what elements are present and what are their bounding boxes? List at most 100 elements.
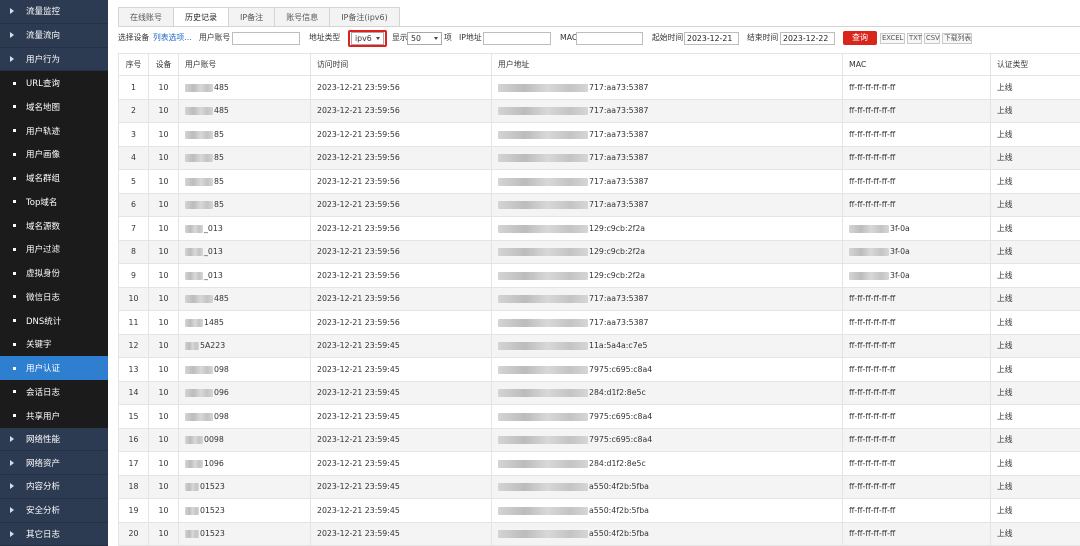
column-header[interactable]: 访问时间	[310, 53, 492, 76]
sidebar-item[interactable]: 用户过滤	[0, 237, 108, 262]
sidebar-item[interactable]: 其它日志	[0, 522, 108, 546]
cell-device-text: 10	[158, 106, 169, 116]
device-list-link[interactable]: 列表选项...	[153, 30, 192, 46]
sidebar-item[interactable]: 网络资产	[0, 451, 108, 475]
ip-input[interactable]	[483, 31, 551, 45]
table-row[interactable]: 10 10 485 2023-12-21 23:59:56 717:aa73:5387 f…	[118, 286, 1080, 311]
sidebar-item[interactable]: 用户行为	[0, 47, 108, 72]
export-csv-button[interactable]: CSV	[924, 33, 940, 44]
main-content: 在线账号 历史记录 IP备注 账号信息 IP备注(ipv6) 选择设备 列表选项... …	[108, 0, 1080, 546]
column-header[interactable]: 设备	[148, 53, 179, 76]
table-row[interactable]: 11 10 1485 2023-12-21 23:59:56 717:aa73:5387…	[118, 310, 1080, 335]
sidebar-item[interactable]: 安全分析	[0, 498, 108, 523]
column-header[interactable]: 用户账号	[178, 53, 311, 76]
sidebar-item[interactable]: 内容分析	[0, 475, 108, 499]
table-row[interactable]: 13 10 098 2023-12-21 23:59:45 7975:c695:c8a4…	[118, 357, 1080, 382]
sidebar-item[interactable]: 用户轨迹	[0, 118, 108, 143]
tab[interactable]: IP备注(ipv6)	[329, 7, 400, 26]
table-row[interactable]: 7 10 _013 2023-12-21 23:59:56 129:c9cb:2f2a 3…	[118, 216, 1080, 241]
table-row[interactable]: 19 10 01523 2023-12-21 23:59:45 a550:4f2b:5f…	[118, 498, 1080, 523]
sidebar-item[interactable]: DNS统计	[0, 308, 108, 333]
chevron-right-icon	[10, 55, 14, 62]
cell-time-text: 2023-12-21 23:59:56	[317, 317, 400, 327]
bullet-icon	[13, 81, 16, 85]
sidebar-item[interactable]: 流量流向	[0, 23, 108, 48]
sidebar-item[interactable]: 虚拟身份	[0, 261, 108, 285]
table-row[interactable]: 2 10 485 2023-12-21 23:59:56 717:aa73:5387 ff…	[118, 98, 1080, 123]
table-row[interactable]: 12 10 5A223 2023-12-21 23:59:45 11a:5a4a:c7e…	[118, 333, 1080, 358]
cell-account-text: 01523	[200, 505, 225, 515]
cell-device: 10	[148, 521, 179, 546]
redaction-blur	[185, 530, 199, 539]
sidebar-item-label: 共享用户	[26, 411, 61, 422]
tab[interactable]: 在线账号	[118, 7, 174, 26]
sidebar-item[interactable]: 域名地图	[0, 95, 108, 119]
query-button[interactable]: 查询	[843, 31, 877, 45]
column-header[interactable]: 认证类型	[990, 53, 1080, 76]
sidebar-item[interactable]: 用户画像	[0, 142, 108, 167]
download-list-button[interactable]: 下载列表	[942, 33, 972, 44]
cell-index: 20	[118, 521, 149, 546]
sidebar-item[interactable]: 用户认证	[0, 356, 108, 380]
cell-mac-text: 3f-0a	[890, 247, 910, 257]
cell-time-text: 2023-12-21 23:59:56	[317, 129, 400, 139]
redaction-blur	[185, 412, 213, 421]
cell-auth-type-text: 上线	[997, 294, 1013, 304]
sidebar-item-label: 用户过滤	[26, 245, 61, 256]
sidebar-item[interactable]: URL查询	[0, 71, 108, 95]
table-row[interactable]: 15 10 098 2023-12-21 23:59:45 7975:c695:c8a4…	[118, 404, 1080, 429]
table-row[interactable]: 1 10 485 2023-12-21 23:59:56 717:aa73:5387 ff…	[118, 75, 1080, 100]
table-row[interactable]: 6 10 85 2023-12-21 23:59:56 717:aa73:5387 ff-…	[118, 192, 1080, 217]
end-time-input[interactable]: 2023-12-22	[780, 31, 835, 45]
sidebar-item[interactable]: 网络性能	[0, 427, 108, 452]
column-header[interactable]: 序号	[118, 53, 149, 76]
sidebar-item[interactable]: 流量监控	[0, 0, 108, 24]
sidebar-item-label: DNS统计	[26, 316, 62, 327]
tab[interactable]: IP备注	[228, 7, 276, 26]
start-time-input[interactable]: 2023-12-21	[684, 31, 739, 45]
tab[interactable]: 历史记录	[173, 7, 229, 27]
sidebar-item[interactable]: 微信日志	[0, 285, 108, 309]
cell-time: 2023-12-21 23:59:56	[310, 286, 492, 311]
cell-auth-type-text: 上线	[997, 529, 1013, 539]
sidebar-item[interactable]: 会话日志	[0, 380, 108, 404]
column-header[interactable]: 用户地址	[491, 53, 843, 76]
table-row[interactable]: 18 10 01523 2023-12-21 23:59:45 a550:4f2b:5f…	[118, 474, 1080, 499]
export-excel-button[interactable]: EXCEL	[880, 33, 905, 44]
table-row[interactable]: 17 10 1096 2023-12-21 23:59:45 284:d1f2:8e5c…	[118, 451, 1080, 476]
cell-address-text: 717:aa73:5387	[589, 294, 649, 304]
table-row[interactable]: 20 10 01523 2023-12-21 23:59:45 a550:4f2b:5f…	[118, 521, 1080, 546]
account-input[interactable]	[232, 31, 300, 45]
page-size-select[interactable]: 50	[407, 31, 442, 45]
sidebar-item[interactable]: 域名源数	[0, 213, 108, 238]
mac-label: MAC	[560, 33, 578, 42]
sidebar-item[interactable]: 域名群组	[0, 166, 108, 190]
cell-device: 10	[148, 169, 179, 194]
tab[interactable]: 账号信息	[274, 7, 331, 26]
table-row[interactable]: 16 10 0098 2023-12-21 23:59:45 7975:c695:c8a…	[118, 427, 1080, 452]
table-row[interactable]: 8 10 _013 2023-12-21 23:59:56 129:c9cb:2f2a 3…	[118, 239, 1080, 264]
redaction-blur	[185, 342, 199, 351]
cell-auth-type: 上线	[990, 169, 1080, 194]
table-row[interactable]: 9 10 _013 2023-12-21 23:59:56 129:c9cb:2f2a 3…	[118, 263, 1080, 288]
cell-auth-type-text: 上线	[997, 482, 1013, 492]
sidebar-item[interactable]: 关键字	[0, 332, 108, 357]
cell-index-text: 20	[128, 529, 139, 539]
table-row[interactable]: 3 10 85 2023-12-21 23:59:56 717:aa73:5387 ff-…	[118, 122, 1080, 147]
mac-input[interactable]	[576, 31, 643, 45]
cell-auth-type: 上线	[990, 263, 1080, 288]
table-row[interactable]: 4 10 85 2023-12-21 23:59:56 717:aa73:5387 ff-…	[118, 145, 1080, 170]
sidebar-item[interactable]: 共享用户	[0, 403, 108, 428]
export-txt-button[interactable]: TXT	[907, 33, 922, 44]
bullet-icon	[13, 366, 16, 370]
table-row[interactable]: 14 10 096 2023-12-21 23:59:45 284:d1f2:8e5c f…	[118, 380, 1080, 405]
table-row[interactable]: 5 10 85 2023-12-21 23:59:56 717:aa73:5387 ff-…	[118, 169, 1080, 194]
cell-mac-text: ff-ff-ff-ff-ff-ff	[849, 294, 896, 304]
cell-mac-text: ff-ff-ff-ff-ff-ff	[849, 364, 896, 374]
column-header[interactable]: MAC	[842, 53, 991, 76]
cell-auth-type: 上线	[990, 239, 1080, 264]
cell-address: 284:d1f2:8e5c	[491, 451, 843, 476]
cell-account: 098	[178, 404, 311, 429]
cell-account-text: _013	[204, 270, 223, 280]
sidebar-item[interactable]: Top域名	[0, 190, 108, 214]
